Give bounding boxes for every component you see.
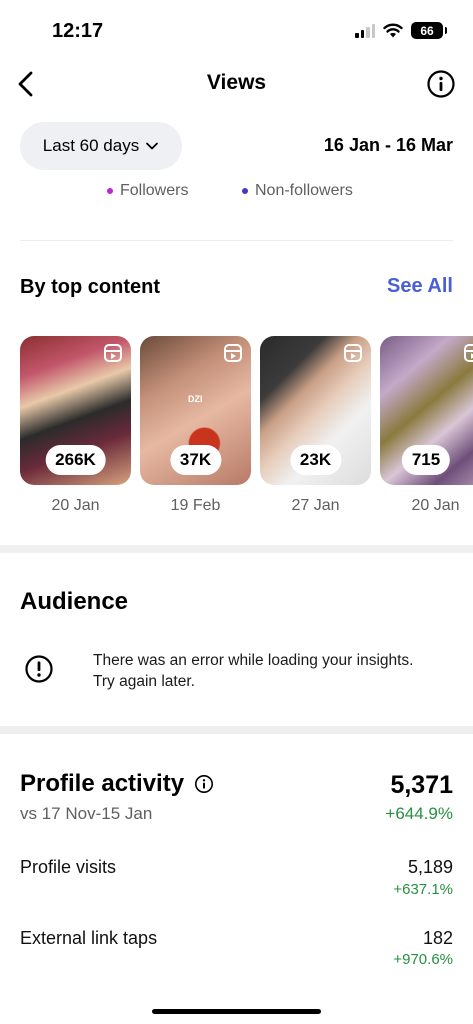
reel-icon bbox=[344, 344, 362, 362]
content-thumbnail: 266K bbox=[20, 336, 131, 485]
info-icon bbox=[427, 70, 455, 98]
content-date: 27 Jan bbox=[291, 497, 340, 514]
metric-change-external-link-taps: +970.6% bbox=[393, 951, 453, 968]
info-icon[interactable] bbox=[194, 774, 214, 794]
date-range-dropdown-label: Last 60 days bbox=[42, 136, 140, 155]
page-title: Views bbox=[206, 71, 267, 94]
profile-activity-total: 5,371 bbox=[390, 771, 453, 799]
profile-activity-change: +644.9% bbox=[385, 804, 453, 823]
battery-icon: 66 bbox=[411, 22, 447, 39]
content-card[interactable]: 23K 27 Jan bbox=[260, 336, 371, 515]
date-range-text: 16 Jan - 16 Mar bbox=[323, 135, 453, 155]
status-icons: 66 bbox=[355, 22, 447, 39]
audience-title: Audience bbox=[20, 588, 129, 615]
info-button[interactable] bbox=[425, 68, 457, 100]
content-thumbnail: DZI 37K bbox=[140, 336, 251, 485]
section-divider bbox=[0, 726, 473, 734]
legend-followers-label: Followers bbox=[120, 182, 189, 199]
top-content-title: By top content bbox=[20, 276, 160, 298]
content-card[interactable]: DZI 37K 19 Feb bbox=[140, 336, 251, 515]
content-date: 20 Jan bbox=[51, 497, 100, 514]
status-time: 12:17 bbox=[52, 20, 104, 42]
content-date: 19 Feb bbox=[170, 497, 221, 514]
content-card[interactable]: 266K 20 Jan bbox=[20, 336, 131, 515]
error-message: There was an error while loading your in… bbox=[93, 652, 414, 690]
reel-icon bbox=[224, 344, 242, 362]
cellular-signal-icon bbox=[355, 23, 375, 38]
legend-non-followers: Non-followers bbox=[242, 182, 353, 200]
reel-icon bbox=[104, 344, 122, 362]
followers-dot-icon bbox=[107, 188, 113, 194]
alert-circle-icon bbox=[25, 655, 53, 683]
metric-label-external-link-taps: External link taps bbox=[20, 928, 158, 948]
top-content-carousel[interactable]: 266K 20 Jan DZI 37K 19 Feb 23K 27 Jan 71… bbox=[20, 336, 473, 526]
section-divider bbox=[0, 545, 473, 553]
metric-value-external-link-taps: 182 bbox=[422, 928, 453, 948]
chevron-down-icon bbox=[146, 142, 159, 150]
reel-icon bbox=[464, 344, 473, 362]
audience-error: There was an error while loading your in… bbox=[20, 648, 453, 698]
status-bar: 12:17 66 bbox=[0, 0, 473, 58]
legend-non-followers-label: Non-followers bbox=[255, 182, 353, 199]
home-indicator[interactable] bbox=[152, 1009, 321, 1014]
see-all-link[interactable]: See All bbox=[387, 275, 453, 298]
thumbnail-overlay-text: DZI bbox=[188, 394, 203, 404]
content-thumbnail: 23K bbox=[260, 336, 371, 485]
divider bbox=[20, 240, 453, 241]
chart-legend: Followers Non-followers bbox=[0, 182, 473, 204]
wifi-icon bbox=[383, 23, 403, 38]
view-count-badge: 37K bbox=[169, 445, 222, 475]
metric-label-profile-visits: Profile visits bbox=[20, 857, 117, 877]
view-count-badge: 715 bbox=[401, 445, 451, 475]
metric-value-profile-visits: 5,189 bbox=[407, 857, 453, 877]
content-thumbnail: 715 bbox=[380, 336, 473, 485]
comparison-period: vs 17 Nov-15 Jan bbox=[20, 804, 153, 823]
view-count-badge: 266K bbox=[45, 445, 106, 475]
profile-activity-header: Profile activity bbox=[20, 770, 214, 798]
content-card[interactable]: 715 20 Jan bbox=[380, 336, 473, 515]
profile-activity-title: Profile activity bbox=[20, 770, 185, 797]
legend-followers: Followers bbox=[107, 182, 188, 200]
content-date: 20 Jan bbox=[411, 497, 460, 514]
metric-change-profile-visits: +637.1% bbox=[393, 881, 453, 898]
nav-bar: Views bbox=[0, 58, 473, 110]
non-followers-dot-icon bbox=[242, 188, 248, 194]
view-count-badge: 23K bbox=[289, 445, 342, 475]
date-range-dropdown[interactable]: Last 60 days bbox=[20, 122, 182, 170]
filter-row: Last 60 days 16 Jan - 16 Mar bbox=[0, 122, 473, 170]
